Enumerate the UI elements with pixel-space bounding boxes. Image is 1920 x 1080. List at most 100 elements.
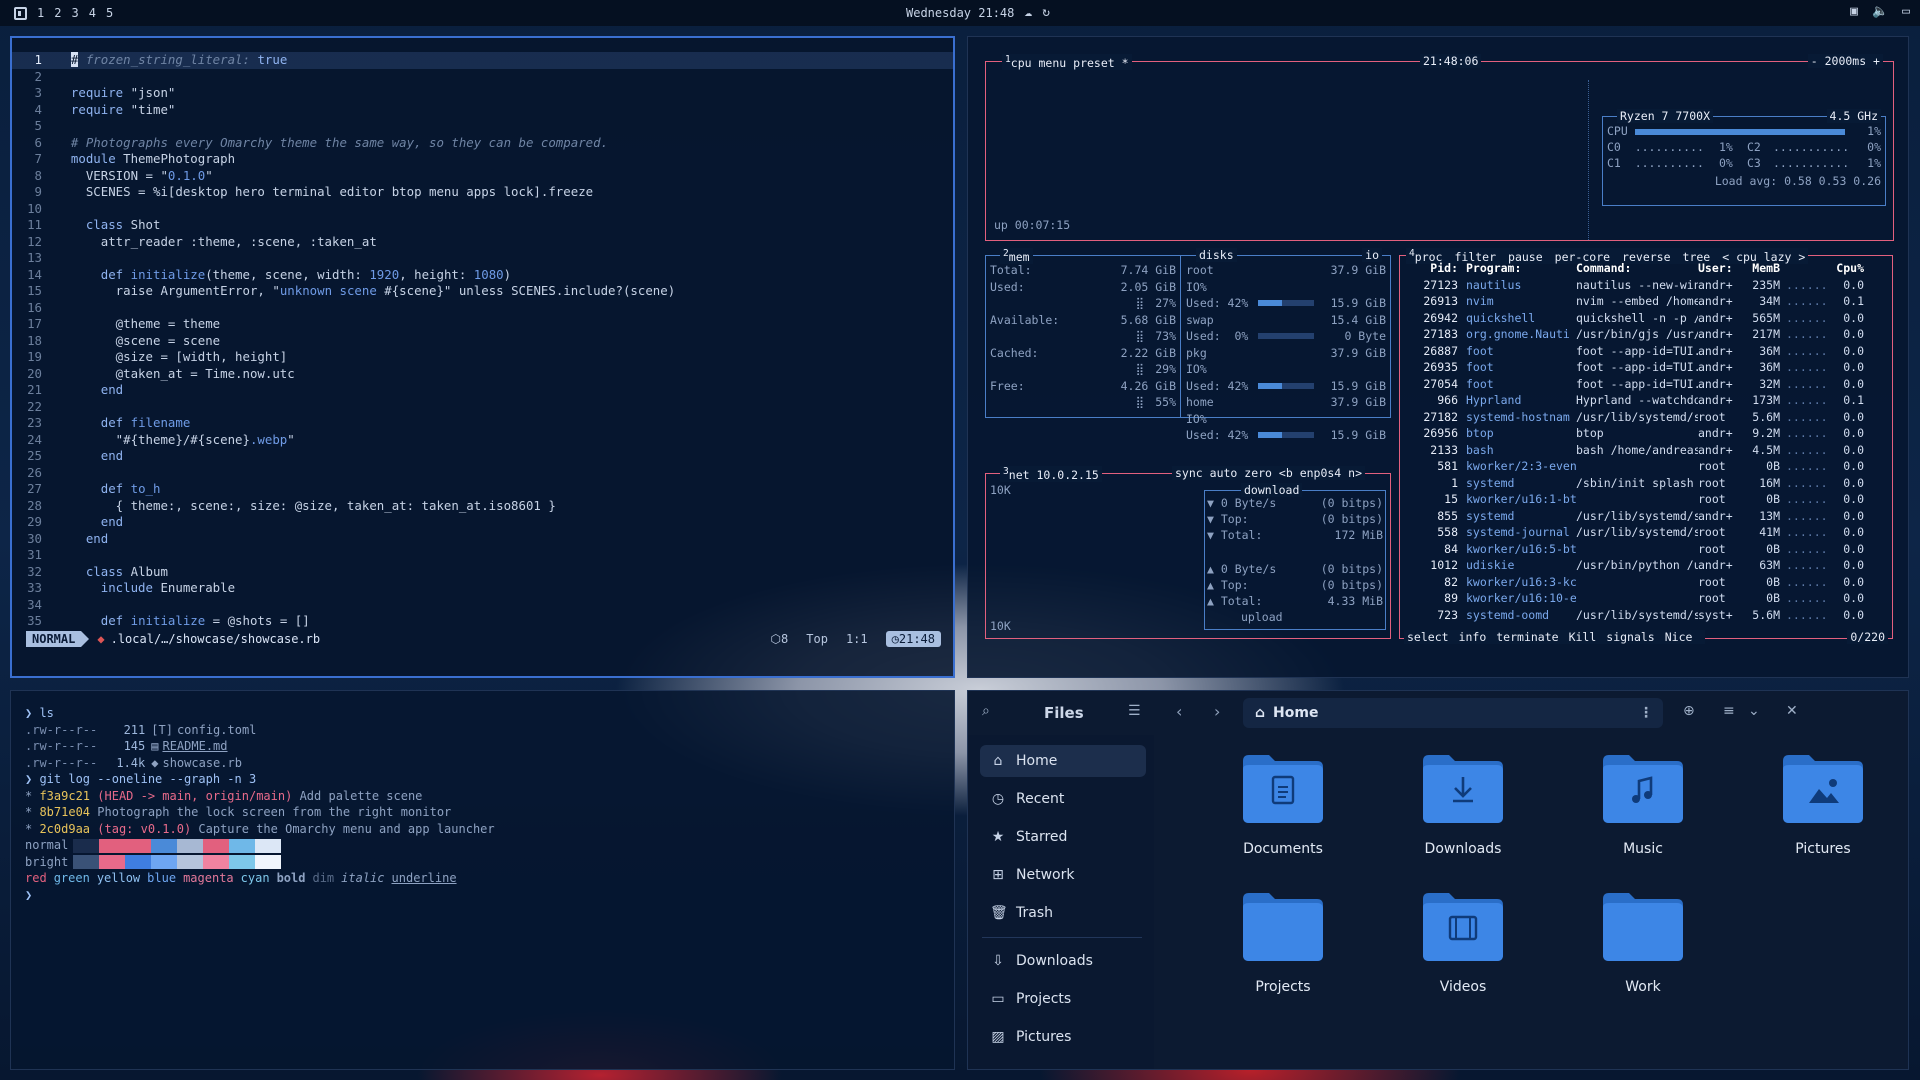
btop-window[interactable]: 1cpu menu preset * 21:48:06 - 2000ms + u… [967,36,1909,678]
code-line[interactable]: 16 [12,300,953,317]
code-line[interactable]: 2 [12,69,953,86]
sidebar-item-recent[interactable]: ◷ Recent [980,783,1146,815]
code-line[interactable]: 25 end [12,448,953,465]
proc-footer-item[interactable]: Nice [1665,630,1693,644]
code-line[interactable]: 32 class Album [12,564,953,581]
path-menu-icon[interactable]: ⋮ [1639,705,1653,721]
net-zero[interactable]: zero [1244,466,1272,480]
proc-row[interactable]: 26913 nvim nvim --embed /home andr+ 34M.....… [1402,293,1886,310]
proc-row[interactable]: 1012 udiskie/usr/bin/python /u andr+ 63M...… [1402,557,1886,574]
code-line[interactable]: 33 include Enumerable [12,580,953,597]
proc-row[interactable]: 84 kworker/u16:5-bt root 0B...... 0.0 [1402,541,1886,558]
code-line[interactable]: 11 class Shot [12,217,953,234]
path-bar[interactable]: ⌂ Home ⋮ [1243,698,1663,728]
forward-icon[interactable]: › [1214,702,1220,721]
proc-row[interactable]: 966 Hyprland Hyprland --watchdo andr+ 173M..… [1402,392,1886,409]
proc-row[interactable]: 558 systemd-journal/usr/lib/systemd/s root… [1402,524,1886,541]
net-iface[interactable]: <b enp0s4 n> [1279,466,1362,480]
proc-footer-item[interactable]: select [1407,630,1449,644]
files-window[interactable]: ⌕ Files ☰ ‹ › ⌂ Home ⋮ ⊕ ≡ ⌄ ✕ ⌂ Home ◷ Rec… [967,690,1909,1070]
code-line[interactable]: 34 [12,597,953,614]
code-line[interactable]: 13 [12,250,953,267]
net-auto[interactable]: auto [1210,466,1238,480]
code-line[interactable]: 5 [12,118,953,135]
code-line[interactable]: 19 @size = [width, height] [12,349,953,366]
proc-row[interactable]: 27123 nautilus nautilus --new-win andr+ 235M… [1402,277,1886,294]
code-line[interactable]: 23 def filename [12,415,953,432]
view-options-icon[interactable]: ⌄ [1748,703,1760,719]
proc-col-header[interactable]: Program: [1458,260,1576,277]
code-line[interactable]: 15 raise ArgumentError, "unknown scene #… [12,283,953,300]
code-line[interactable]: 27 def to_h [12,481,953,498]
proc-row[interactable]: 581 kworker/2:3-even root 0B...... 0.0 [1402,458,1886,475]
folder-pictures[interactable]: Pictures [1748,751,1898,871]
proc-footer-item[interactable]: signals [1606,630,1654,644]
proc-col-header[interactable]: Pid: [1402,260,1458,277]
tab-preset[interactable]: preset * [1073,56,1128,70]
tab-menu[interactable]: menu [1039,56,1067,70]
code-line[interactable]: 18 @scene = scene [12,333,953,350]
new-folder-icon[interactable]: ⊕ [1683,703,1695,719]
code-line[interactable]: 3 require "json" [12,85,953,102]
code-line[interactable]: 14 def initialize(theme, scene, width: 1… [12,267,953,284]
code-line[interactable]: 29 end [12,514,953,531]
proc-row[interactable]: 15 kworker/u16:1-bt root 0B...... 0.0 [1402,491,1886,508]
folder-videos[interactable]: Videos [1388,889,1538,1009]
proc-col-header[interactable] [1780,260,1828,277]
proc-row[interactable]: 26956 btop btop andr+ 9.2M...... 0.0 [1402,425,1886,442]
proc-row[interactable]: 855 systemd/usr/lib/systemd/s andr+ 13M....… [1402,508,1886,525]
workspace-1[interactable]: 1 [37,6,44,20]
folder-documents[interactable]: Documents [1208,751,1358,871]
workspace-3[interactable]: 3 [71,6,78,20]
proc-row[interactable]: 2133 bash bash /home/andreas andr+ 4.5M.....… [1402,442,1886,459]
proc-row[interactable]: 26887 foot foot --app-id=TUI. andr+ 36M.....… [1402,343,1886,360]
proc-col-header[interactable]: MemB [1742,260,1780,277]
proc-row[interactable]: 723 systemd-oomd/usr/lib/systemd/s syst+ 5.… [1402,607,1886,624]
cloud-sync-icon[interactable]: ☁ [1024,6,1032,20]
code-line[interactable]: 1 # frozen_string_literal: true [12,52,953,69]
monitor-icon[interactable]: ▭ [1902,5,1910,19]
code-line[interactable]: 26 [12,465,953,482]
code-line[interactable]: 20 @taken_at = Time.now.utc [12,366,953,383]
code-line[interactable]: 30 end [12,531,953,548]
proc-footer-item[interactable]: info [1459,630,1487,644]
proc-row[interactable]: 27182 systemd-hostnam/usr/lib/systemd/s ro… [1402,409,1886,426]
sidebar-item-network[interactable]: ⊞ Network [980,859,1146,891]
sidebar-item-starred[interactable]: ★ Starred [980,821,1146,853]
refresh-icon[interactable]: ↻ [1042,6,1050,20]
code-line[interactable]: 9 SCENES = %i[desktop hero terminal edit… [12,184,953,201]
sidebar-item-pictures[interactable]: ▨ Pictures [980,1021,1146,1053]
volume-icon[interactable]: 🔈 [1872,5,1888,19]
prompt[interactable]: ❯ [11,887,954,904]
code-line[interactable]: 24 "#{theme}/#{scene}.webp" [12,432,953,449]
proc-row[interactable]: 1 systemd/sbin/init splash root 16M...... 0.… [1402,475,1886,492]
code-line[interactable]: 7 module ThemePhotograph [12,151,953,168]
code-line[interactable]: 8 VERSION = "0.1.0" [12,168,953,185]
workspace-5[interactable]: 5 [106,6,113,20]
refresh-rate[interactable]: - 2000ms + [1807,54,1883,68]
proc-col-header[interactable]: User: [1698,260,1742,277]
folder-projects[interactable]: Projects [1208,889,1358,1009]
proc-footer-item[interactable]: terminate [1496,630,1558,644]
tab-cpu[interactable]: 1cpu [1005,54,1032,70]
code-line[interactable]: 4 require "time" [12,102,953,119]
close-icon[interactable]: ✕ [1786,703,1798,719]
sidebar-menu-icon[interactable]: ☰ [1128,703,1141,719]
proc-row[interactable]: 89 kworker/u16:10-e root 0B...... 0.0 [1402,590,1886,607]
nvim-editor-window[interactable]: 1 # frozen_string_literal: true 2 3 requi… [10,36,955,678]
code-line[interactable]: 35 def initialize = @shots = [] [12,613,953,630]
proc-footer-item[interactable]: Kill [1569,630,1597,644]
back-icon[interactable]: ‹ [1176,702,1182,721]
code-line[interactable]: 21 end [12,382,953,399]
folder-downloads[interactable]: Downloads [1388,751,1538,871]
proc-col-header[interactable]: Command: [1576,260,1698,277]
code-line[interactable]: 31 [12,547,953,564]
code-line[interactable]: 22 [12,399,953,416]
code-line[interactable]: 28 { theme:, scene:, size: @size, taken_… [12,498,953,515]
omarchy-logo-icon[interactable] [14,6,27,20]
terminal-window[interactable]: ❯ ls .rw-r--r-- 211 [T] config.toml .rw-r--r-… [10,690,955,1070]
proc-col-header[interactable]: Cpu% [1828,260,1864,277]
workspace-4[interactable]: 4 [89,6,96,20]
code-line[interactable]: 10 [12,201,953,218]
proc-row[interactable]: 82 kworker/u16:3-kc root 0B...... 0.0 [1402,574,1886,591]
